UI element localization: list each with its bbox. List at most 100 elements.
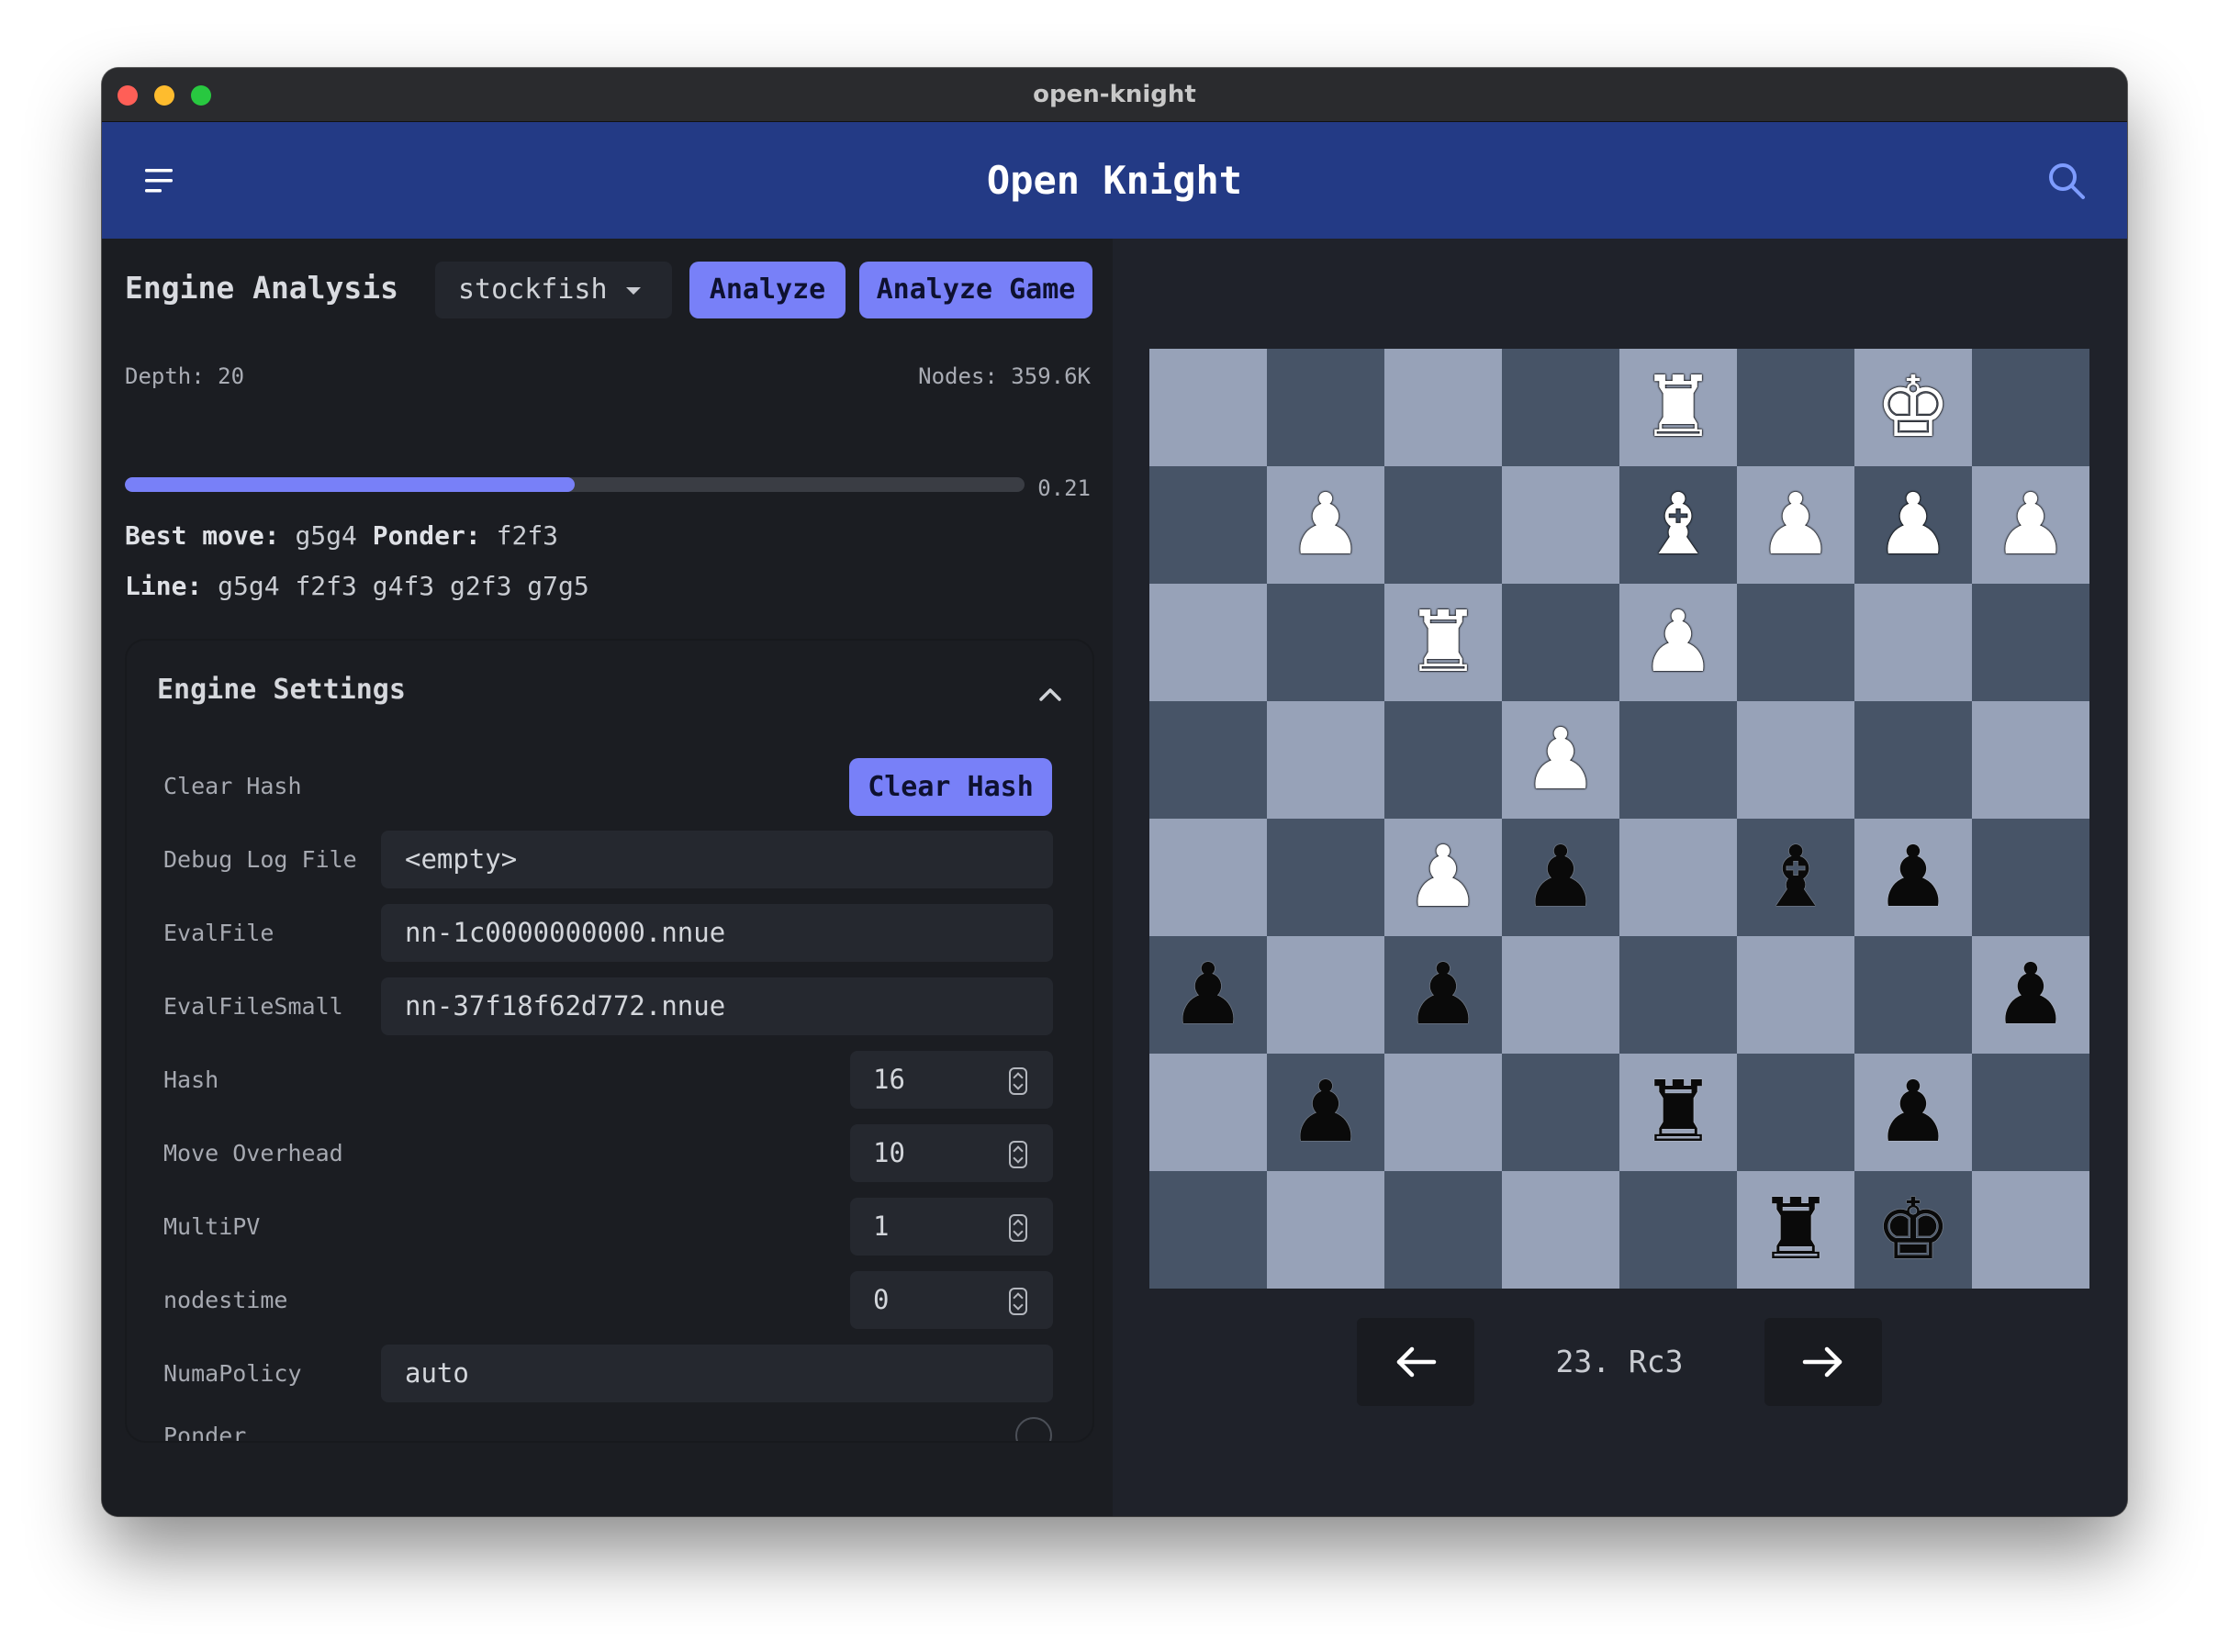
board-square[interactable]: ♟ xyxy=(1854,819,1972,936)
board-square[interactable] xyxy=(1149,584,1267,701)
board-square[interactable]: ♚ xyxy=(1854,349,1972,466)
board-square[interactable] xyxy=(1737,584,1854,701)
board-square[interactable]: ♟ xyxy=(1619,584,1737,701)
board-square[interactable] xyxy=(1619,701,1737,819)
board-square[interactable]: ♟ xyxy=(1384,936,1502,1054)
board-square[interactable]: ♟ xyxy=(1972,466,2089,584)
black-pawn-icon[interactable]: ♟ xyxy=(1972,936,2089,1054)
white-pawn-icon[interactable]: ♟ xyxy=(1737,466,1854,584)
black-pawn-icon[interactable]: ♟ xyxy=(1149,936,1267,1054)
board-square[interactable] xyxy=(1854,701,1972,819)
clear-hash-button[interactable]: Clear Hash xyxy=(849,758,1052,816)
chevron-up-icon[interactable] xyxy=(1037,685,1063,703)
analyze-button[interactable]: Analyze xyxy=(689,262,846,318)
black-pawn-icon[interactable]: ♟ xyxy=(1854,819,1972,936)
board-square[interactable] xyxy=(1502,1171,1619,1289)
hash-stepper[interactable]: 16 xyxy=(850,1051,1053,1109)
board-square[interactable]: ♝ xyxy=(1619,466,1737,584)
board-square[interactable] xyxy=(1854,936,1972,1054)
white-pawn-icon[interactable]: ♟ xyxy=(1619,584,1737,701)
numapolicy-field[interactable]: auto xyxy=(381,1345,1053,1402)
board-square[interactable] xyxy=(1149,1054,1267,1171)
next-move-button[interactable] xyxy=(1764,1318,1882,1406)
board-square[interactable] xyxy=(1619,936,1737,1054)
ponder-checkbox[interactable] xyxy=(1015,1417,1052,1441)
board-square[interactable] xyxy=(1149,349,1267,466)
board-square[interactable] xyxy=(1149,701,1267,819)
board-square[interactable] xyxy=(1737,936,1854,1054)
black-rook-icon[interactable]: ♜ xyxy=(1737,1171,1854,1289)
stepper-icon[interactable] xyxy=(1009,1214,1027,1242)
engine-select[interactable]: stockfish xyxy=(435,262,672,318)
board-square[interactable]: ♟ xyxy=(1502,701,1619,819)
board-square[interactable]: ♚ xyxy=(1854,1171,1972,1289)
white-rook-icon[interactable]: ♜ xyxy=(1619,349,1737,466)
previous-move-button[interactable] xyxy=(1357,1318,1474,1406)
board-square[interactable] xyxy=(1384,1054,1502,1171)
board-square[interactable] xyxy=(1972,584,2089,701)
board-square[interactable] xyxy=(1619,1171,1737,1289)
board-square[interactable]: ♟ xyxy=(1502,819,1619,936)
black-pawn-icon[interactable]: ♟ xyxy=(1502,819,1619,936)
white-pawn-icon[interactable]: ♟ xyxy=(1384,819,1502,936)
board-square[interactable] xyxy=(1854,584,1972,701)
board-square[interactable]: ♟ xyxy=(1854,466,1972,584)
black-bishop-icon[interactable]: ♝ xyxy=(1737,819,1854,936)
move-overhead-stepper[interactable]: 10 xyxy=(850,1124,1053,1182)
board-square[interactable] xyxy=(1384,701,1502,819)
white-pawn-icon[interactable]: ♟ xyxy=(1972,466,2089,584)
chess-board[interactable]: ♜ ♚ ♟ ♝ ♟ ♟ ♟ ♜ ♟ ♟ ♟ ♟ ♝ ♟ ♟ ♟ ♟ ♟ ♜ ♟ ♜ ♚ xyxy=(1149,349,2089,1289)
board-square[interactable] xyxy=(1267,1171,1384,1289)
white-bishop-icon[interactable]: ♝ xyxy=(1619,466,1737,584)
board-square[interactable] xyxy=(1384,349,1502,466)
white-pawn-icon[interactable]: ♟ xyxy=(1267,466,1384,584)
board-square[interactable] xyxy=(1149,819,1267,936)
board-square[interactable] xyxy=(1502,1054,1619,1171)
white-rook-icon[interactable]: ♜ xyxy=(1384,584,1502,701)
black-rook-icon[interactable]: ♜ xyxy=(1619,1054,1737,1171)
nodestime-stepper[interactable]: 0 xyxy=(850,1271,1053,1329)
multipv-stepper[interactable]: 1 xyxy=(850,1198,1053,1256)
white-king-icon[interactable]: ♚ xyxy=(1854,349,1972,466)
board-square[interactable] xyxy=(1502,936,1619,1054)
board-square[interactable]: ♝ xyxy=(1737,819,1854,936)
black-pawn-icon[interactable]: ♟ xyxy=(1384,936,1502,1054)
analyze-game-button[interactable]: Analyze Game xyxy=(859,262,1092,318)
stepper-icon[interactable] xyxy=(1009,1288,1027,1315)
menu-icon[interactable] xyxy=(143,166,176,195)
board-square[interactable]: ♟ xyxy=(1384,819,1502,936)
board-square[interactable]: ♜ xyxy=(1619,1054,1737,1171)
black-king-icon[interactable]: ♚ xyxy=(1854,1171,1972,1289)
board-square[interactable] xyxy=(1737,701,1854,819)
board-square[interactable] xyxy=(1267,819,1384,936)
board-square[interactable] xyxy=(1972,1171,2089,1289)
board-square[interactable] xyxy=(1267,936,1384,1054)
board-square[interactable]: ♟ xyxy=(1737,466,1854,584)
board-square[interactable]: ♟ xyxy=(1854,1054,1972,1171)
board-square[interactable] xyxy=(1149,466,1267,584)
board-square[interactable]: ♟ xyxy=(1149,936,1267,1054)
white-pawn-icon[interactable]: ♟ xyxy=(1502,701,1619,819)
search-icon[interactable] xyxy=(2046,161,2087,201)
evalfilesmall-field[interactable]: nn-37f18f62d772.nnue xyxy=(381,977,1053,1035)
board-square[interactable]: ♜ xyxy=(1737,1171,1854,1289)
board-square[interactable]: ♜ xyxy=(1384,584,1502,701)
board-square[interactable] xyxy=(1267,701,1384,819)
board-square[interactable] xyxy=(1972,819,2089,936)
evalfile-field[interactable]: nn-1c0000000000.nnue xyxy=(381,904,1053,962)
board-square[interactable] xyxy=(1502,584,1619,701)
board-square[interactable]: ♟ xyxy=(1267,1054,1384,1171)
black-pawn-icon[interactable]: ♟ xyxy=(1267,1054,1384,1171)
board-square[interactable]: ♟ xyxy=(1267,466,1384,584)
board-square[interactable] xyxy=(1737,1054,1854,1171)
board-square[interactable] xyxy=(1502,349,1619,466)
board-square[interactable] xyxy=(1972,701,2089,819)
board-square[interactable]: ♟ xyxy=(1972,936,2089,1054)
board-square[interactable] xyxy=(1149,1171,1267,1289)
board-square[interactable] xyxy=(1502,466,1619,584)
board-square[interactable] xyxy=(1619,819,1737,936)
board-square[interactable] xyxy=(1384,1171,1502,1289)
board-square[interactable]: ♜ xyxy=(1619,349,1737,466)
board-square[interactable] xyxy=(1267,349,1384,466)
debug-log-field[interactable]: <empty> xyxy=(381,831,1053,888)
